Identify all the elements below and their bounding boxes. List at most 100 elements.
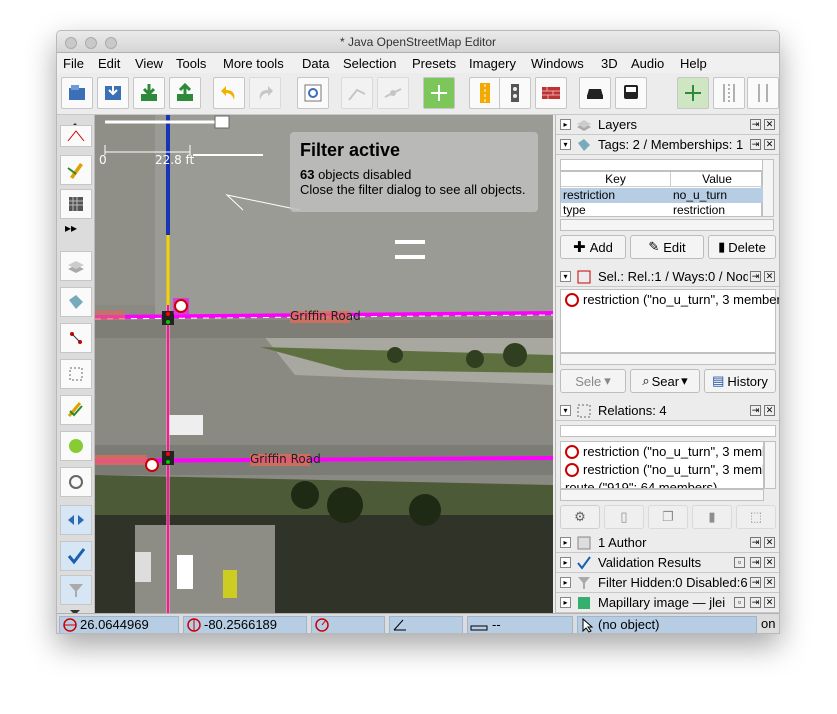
menu-selection[interactable]: Selection bbox=[343, 56, 396, 71]
tags-scrollbar[interactable] bbox=[762, 159, 774, 217]
collapse-icon[interactable]: ▾ bbox=[560, 139, 571, 150]
close-panel-icon[interactable]: ✕ bbox=[764, 271, 775, 282]
menu-file[interactable]: File bbox=[63, 56, 84, 71]
undo-button[interactable] bbox=[213, 77, 245, 109]
selection-panel-header[interactable]: ▾ Sel.: Rel.:1 / Ways:0 / Nodes:0 ⇥ ✕ bbox=[556, 267, 779, 287]
add-tag-button[interactable]: ✚ Add bbox=[560, 235, 626, 259]
filter-button[interactable] bbox=[60, 575, 92, 605]
conflict-button[interactable] bbox=[60, 431, 92, 461]
delete-tag-button[interactable]: ▮ Delete bbox=[708, 235, 776, 259]
layers-toggle-button[interactable] bbox=[60, 251, 92, 281]
close-panel-icon[interactable]: ✕ bbox=[764, 405, 775, 416]
search-button[interactable]: ⌕ Sear ▾ bbox=[630, 369, 700, 393]
relation-delete-button[interactable]: ▮ bbox=[692, 505, 732, 529]
expand-icon[interactable]: ▸ bbox=[560, 119, 571, 130]
tag-key-cell[interactable]: type bbox=[563, 203, 586, 217]
open-button[interactable] bbox=[61, 77, 93, 109]
history-button[interactable]: ▤ History bbox=[704, 369, 776, 393]
select-mode-button[interactable] bbox=[60, 125, 92, 147]
relations-panel-header[interactable]: ▾ Relations: 4 ⇥ ✕ bbox=[556, 401, 779, 421]
split-way-button[interactable] bbox=[377, 77, 409, 109]
tag-key-cell[interactable]: restriction bbox=[563, 188, 615, 202]
tag-grid-button[interactable] bbox=[423, 77, 455, 109]
scroll-up-arrow-icon[interactable] bbox=[67, 115, 83, 128]
tags-filter-field[interactable] bbox=[560, 159, 764, 171]
building-mode-button[interactable] bbox=[60, 189, 92, 219]
pin-icon[interactable]: ⇥ bbox=[750, 537, 761, 548]
settings-icon[interactable]: ▫ bbox=[734, 557, 745, 568]
collapse-icon[interactable]: ▾ bbox=[560, 405, 571, 416]
relations-filter-field[interactable] bbox=[560, 425, 776, 437]
download-button[interactable] bbox=[133, 77, 165, 109]
validator-button[interactable] bbox=[60, 395, 92, 425]
tags-toggle-button[interactable] bbox=[60, 287, 92, 317]
map-view[interactable]: 0 22.8 ft Griffin Road Griffin Road Filt… bbox=[95, 115, 553, 613]
redo-button[interactable] bbox=[249, 77, 281, 109]
menu-more-tools[interactable]: More tools bbox=[223, 56, 284, 71]
pin-icon[interactable]: ⇥ bbox=[750, 139, 761, 150]
expand-icon[interactable]: ▸ bbox=[560, 597, 571, 608]
more-modes-icon[interactable]: ▸▸ bbox=[65, 221, 77, 235]
tags-panel-header[interactable]: ▾ Tags: 2 / Memberships: 1 ⇥ ✕ bbox=[556, 135, 779, 155]
table-row[interactable]: restriction no_u_turn bbox=[561, 188, 763, 203]
tags-hscrollbar[interactable] bbox=[560, 219, 774, 231]
menu-view[interactable]: View bbox=[135, 56, 163, 71]
collapse-icon[interactable]: ▾ bbox=[560, 271, 571, 282]
pin-icon[interactable]: ⇥ bbox=[750, 577, 761, 588]
tag-value-cell[interactable]: no_u_turn bbox=[673, 188, 727, 202]
lane-dashed-button[interactable] bbox=[747, 77, 779, 109]
pin-icon[interactable]: ⇥ bbox=[750, 271, 761, 282]
road-button[interactable] bbox=[469, 77, 501, 109]
pin-icon[interactable]: ⇥ bbox=[750, 405, 761, 416]
edit-tag-button[interactable]: ✎ Edit bbox=[630, 235, 704, 259]
menu-data[interactable]: Data bbox=[302, 56, 329, 71]
draw-way-button[interactable] bbox=[341, 77, 373, 109]
draw-mode-button[interactable] bbox=[60, 155, 92, 185]
selection-list-button[interactable] bbox=[60, 323, 92, 353]
list-item[interactable]: route ("919"; 64 members) bbox=[565, 480, 717, 488]
menu-windows[interactable]: Windows bbox=[531, 56, 584, 71]
close-panel-icon[interactable]: ✕ bbox=[764, 139, 775, 150]
menu-presets[interactable]: Presets bbox=[412, 56, 456, 71]
layers-panel-header[interactable]: ▸ Layers ⇥ ✕ bbox=[556, 115, 779, 135]
tag-value-cell[interactable]: restriction bbox=[673, 203, 725, 217]
bus-button[interactable] bbox=[615, 77, 647, 109]
merge-button[interactable] bbox=[60, 505, 92, 535]
tags-col-value[interactable]: Value bbox=[671, 172, 763, 187]
menu-tools[interactable]: Tools bbox=[176, 56, 206, 71]
close-panel-icon[interactable]: ✕ bbox=[764, 537, 775, 548]
relations-scrollbar[interactable] bbox=[764, 441, 776, 489]
pin-icon[interactable]: ⇥ bbox=[750, 557, 761, 568]
select-button[interactable]: Sele ▾ bbox=[560, 369, 626, 393]
expand-icon[interactable]: ▸ bbox=[560, 557, 571, 568]
mapillary-panel-header[interactable]: ▸ Mapillary image — jlei ▫ ⇥ ✕ bbox=[556, 593, 779, 613]
upload-button[interactable] bbox=[169, 77, 201, 109]
close-panel-icon[interactable]: ✕ bbox=[764, 577, 775, 588]
menu-3d[interactable]: 3D bbox=[601, 56, 618, 71]
wall-button[interactable] bbox=[535, 77, 567, 109]
close-panel-icon[interactable]: ✕ bbox=[764, 119, 775, 130]
imagery-button[interactable] bbox=[60, 467, 92, 497]
filter-panel-header[interactable]: ▸ Filter Hidden:0 Disabled:63 ⇥ ✕ bbox=[556, 573, 779, 593]
list-item[interactable]: restriction ("no_u_turn", 3 members) bbox=[565, 292, 779, 307]
expand-icon[interactable]: ▸ bbox=[560, 577, 571, 588]
relation-select-button[interactable]: ⬚ bbox=[736, 505, 776, 529]
menu-edit[interactable]: Edit bbox=[98, 56, 120, 71]
close-panel-icon[interactable]: ✕ bbox=[764, 557, 775, 568]
scroll-down-arrow-icon[interactable] bbox=[67, 603, 83, 615]
pin-icon[interactable]: ⇥ bbox=[750, 597, 761, 608]
expand-icon[interactable]: ▸ bbox=[560, 537, 571, 548]
close-panel-icon[interactable]: ✕ bbox=[764, 597, 775, 608]
menu-audio[interactable]: Audio bbox=[631, 56, 664, 71]
list-item[interactable]: restriction ("no_u_turn", 3 members) bbox=[565, 462, 763, 477]
relation-new-button[interactable]: ▯ bbox=[604, 505, 644, 529]
relation-list-button[interactable] bbox=[60, 359, 92, 389]
table-row[interactable]: type restriction bbox=[561, 203, 763, 218]
tags-col-key[interactable]: Key bbox=[561, 172, 671, 187]
layer-sync-button[interactable] bbox=[677, 77, 709, 109]
relation-edit-button[interactable]: ⚙ bbox=[560, 505, 600, 529]
settings-icon[interactable]: ▫ bbox=[734, 597, 745, 608]
save-button[interactable] bbox=[97, 77, 129, 109]
menu-imagery[interactable]: Imagery bbox=[469, 56, 516, 71]
relations-hscrollbar[interactable] bbox=[560, 489, 764, 501]
